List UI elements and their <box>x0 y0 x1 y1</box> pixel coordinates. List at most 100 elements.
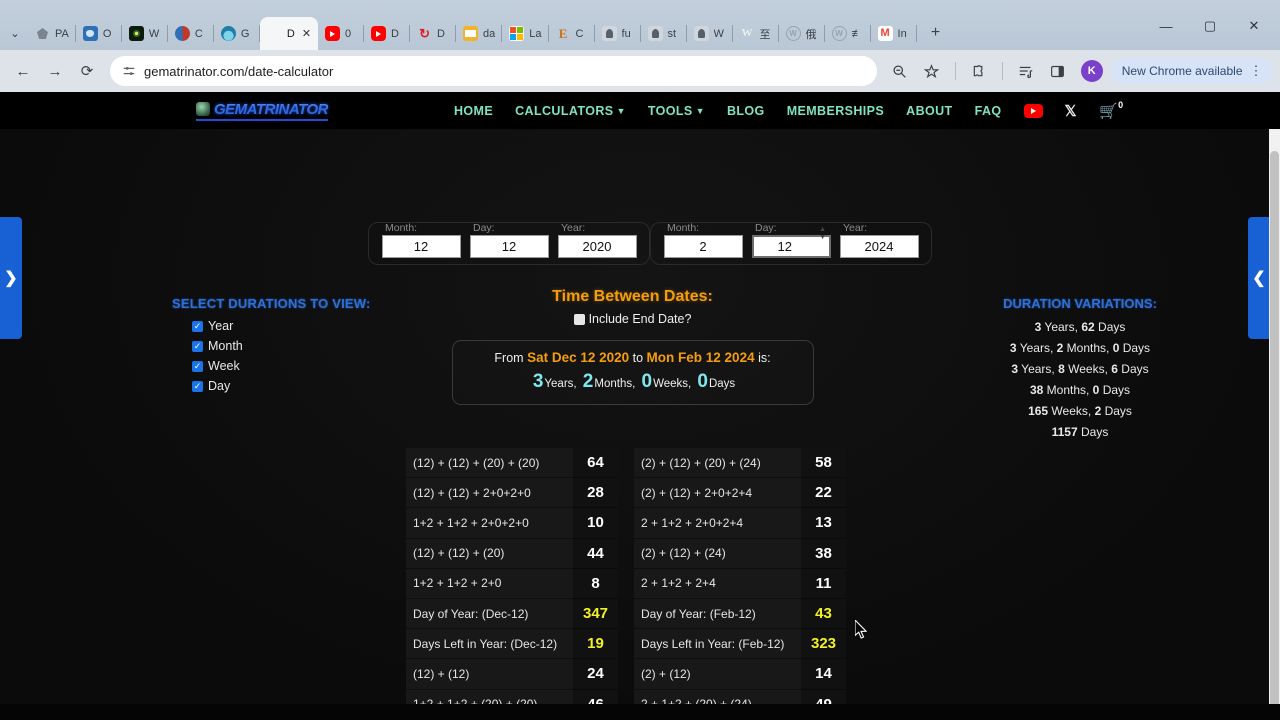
nav-item-about[interactable]: ABOUT <box>906 104 952 118</box>
right-side-drawer-toggle[interactable]: ❮ <box>1248 217 1270 339</box>
new-tab-button[interactable]: + <box>923 20 949 46</box>
browser-tab[interactable]: W俄 <box>779 17 825 50</box>
duration-option-day[interactable]: ✓ Day <box>192 379 371 393</box>
variation-unit: Years, <box>1041 320 1082 334</box>
start-year-input[interactable] <box>557 235 637 258</box>
chrome-update-button[interactable]: New Chrome available ⋮ <box>1110 58 1272 84</box>
duration-option-year[interactable]: ✓ Year <box>192 319 371 333</box>
zoom-icon[interactable] <box>885 56 915 86</box>
reading-list-icon[interactable] <box>1011 56 1041 86</box>
include-end-date-checkbox[interactable] <box>573 313 585 325</box>
browser-tab[interactable]: C <box>168 17 214 50</box>
logo-mark-icon <box>196 102 210 116</box>
page-scrollbar[interactable] <box>1269 129 1280 720</box>
variation-number: 38 <box>1029 383 1044 397</box>
spinner-down-icon[interactable]: ▼ <box>819 234 826 241</box>
table-cell-value: 44 <box>573 538 618 569</box>
end-day-spinner[interactable]: ▲ ▼ <box>819 226 826 241</box>
browser-tab[interactable]: W至 <box>733 17 779 50</box>
profile-avatar[interactable]: K <box>1080 60 1103 82</box>
end-month-input[interactable] <box>663 235 743 258</box>
extensions-puzzle-icon[interactable] <box>964 56 994 86</box>
browser-tab[interactable]: La <box>502 17 549 50</box>
nav-item-faq[interactable]: FAQ <box>975 104 1002 118</box>
site-logo[interactable]: GEMATRINATOR <box>196 101 329 121</box>
spinner-up-icon[interactable]: ▲ <box>819 226 826 233</box>
x-twitter-icon[interactable]: 𝕏 <box>1065 102 1078 120</box>
youtube-icon[interactable] <box>1023 103 1043 118</box>
browser-tab[interactable]: EC <box>549 17 595 50</box>
site-settings-icon[interactable] <box>122 64 136 78</box>
nav-item-tools[interactable]: TOOLS ▼ <box>648 104 705 118</box>
browser-tab[interactable]: D ✕ <box>259 17 319 50</box>
nav-item-memberships[interactable]: MEMBERSHIPS <box>787 104 884 118</box>
browser-tab[interactable]: PA <box>28 17 76 50</box>
left-side-drawer-toggle[interactable]: ❯ <box>0 217 22 339</box>
durations-checkbox-list: ✓ Year ✓ Month ✓ Week ✓ Day <box>172 319 371 393</box>
start-day-input[interactable] <box>469 235 549 258</box>
browser-tab[interactable]: 0 <box>318 17 365 50</box>
toolbar-right-actions: K New Chrome available ⋮ <box>885 56 1272 86</box>
table-cell-value: 347 <box>573 598 618 630</box>
duration-option-week[interactable]: ✓ Week <box>192 359 371 373</box>
browser-tab[interactable]: G <box>214 17 260 50</box>
table-cell-expression: (12) + (12) + 2+0+2+0 <box>406 478 573 509</box>
browser-menu-icon[interactable]: ⋮ <box>1250 63 1264 79</box>
nav-item-calculators[interactable]: CALCULATORS ▼ <box>515 104 626 118</box>
browser-tab[interactable]: da <box>456 17 503 50</box>
browser-tab-title: 俄 <box>805 28 817 41</box>
browser-tab[interactable]: W <box>122 17 168 50</box>
variation-unit: Days <box>1094 320 1126 334</box>
bookmark-star-icon[interactable] <box>917 56 947 86</box>
table-cell-expression: Day of Year: (Dec-12) <box>406 598 573 630</box>
date-inputs-row: Month: Day: Year: Month: Day: ▲ <box>368 222 932 265</box>
page-scrollbar-thumb[interactable] <box>1270 151 1279 711</box>
nav-item-blog[interactable]: BLOG <box>727 104 765 118</box>
duration-checkbox[interactable]: ✓ <box>192 320 203 332</box>
cart-button[interactable]: 🛒 0 <box>1099 100 1123 120</box>
side-panel-icon[interactable] <box>1043 56 1073 86</box>
minimize-button[interactable]: — <box>1144 9 1188 43</box>
nav-item-label: MEMBERSHIPS <box>786 103 885 118</box>
variation-number: 3 <box>1009 341 1017 355</box>
reload-button[interactable]: ⟳ <box>72 56 102 86</box>
browser-tab[interactable]: W ≢ <box>825 17 871 50</box>
browser-tab-title: In <box>897 27 907 40</box>
browser-tab[interactable]: O <box>76 17 122 50</box>
table-cell-expression: (12) + (12) + (20) <box>406 538 573 569</box>
browser-tab[interactable]: W <box>687 17 733 50</box>
nav-item-home[interactable]: HOME <box>454 104 493 118</box>
duration-variation-line: 3 Years, 2 Months, 0 Days <box>965 341 1195 355</box>
duration-checkbox[interactable]: ✓ <box>192 340 203 352</box>
web-page: GEMATRINATOR HOME CALCULATORS ▼ TOOLS ▼ BLOG M… <box>0 92 1280 720</box>
chevron-down-icon: ▼ <box>616 105 626 116</box>
browser-tab[interactable]: ↻ D <box>410 17 457 50</box>
close-button[interactable]: ✕ <box>1232 9 1276 43</box>
chevron-down-icon: ▼ <box>695 105 705 116</box>
end-year-input[interactable] <box>839 235 919 258</box>
tab-search-chevron-icon[interactable]: ⌄ <box>2 18 28 48</box>
table-cell-value: 43 <box>801 598 846 630</box>
duration-checkbox[interactable]: ✓ <box>192 360 203 372</box>
wikipedia-icon: W <box>741 27 753 39</box>
duration-checkbox[interactable]: ✓ <box>192 380 203 392</box>
browser-tab-title: C <box>575 27 584 40</box>
browser-tab-title: ≢ <box>851 27 863 40</box>
table-row: (2) + (12) + 2+0+2+4 22 <box>634 478 846 509</box>
browser-tab[interactable]: st <box>641 17 687 50</box>
variation-number: 8 <box>1058 362 1065 376</box>
include-end-date-row[interactable]: Include End Date? <box>370 312 895 326</box>
tab-close-icon[interactable]: ✕ <box>302 27 311 40</box>
youtube-icon <box>325 26 341 41</box>
browser-tab[interactable]: D <box>364 17 411 50</box>
browser-tab[interactable]: M In <box>871 17 917 50</box>
table-cell-expression: (12) + (12) <box>406 659 573 690</box>
browser-tab[interactable]: fu <box>595 17 641 50</box>
maximize-button[interactable]: ▢ <box>1188 9 1232 43</box>
start-month-input[interactable] <box>381 235 461 258</box>
duration-option-month[interactable]: ✓ Month <box>192 339 371 353</box>
variation-unit: Days <box>1117 362 1149 376</box>
forward-button[interactable]: → <box>40 56 70 86</box>
address-bar[interactable]: gematrinator.com/date-calculator <box>110 56 877 86</box>
back-button[interactable]: ← <box>8 56 38 86</box>
